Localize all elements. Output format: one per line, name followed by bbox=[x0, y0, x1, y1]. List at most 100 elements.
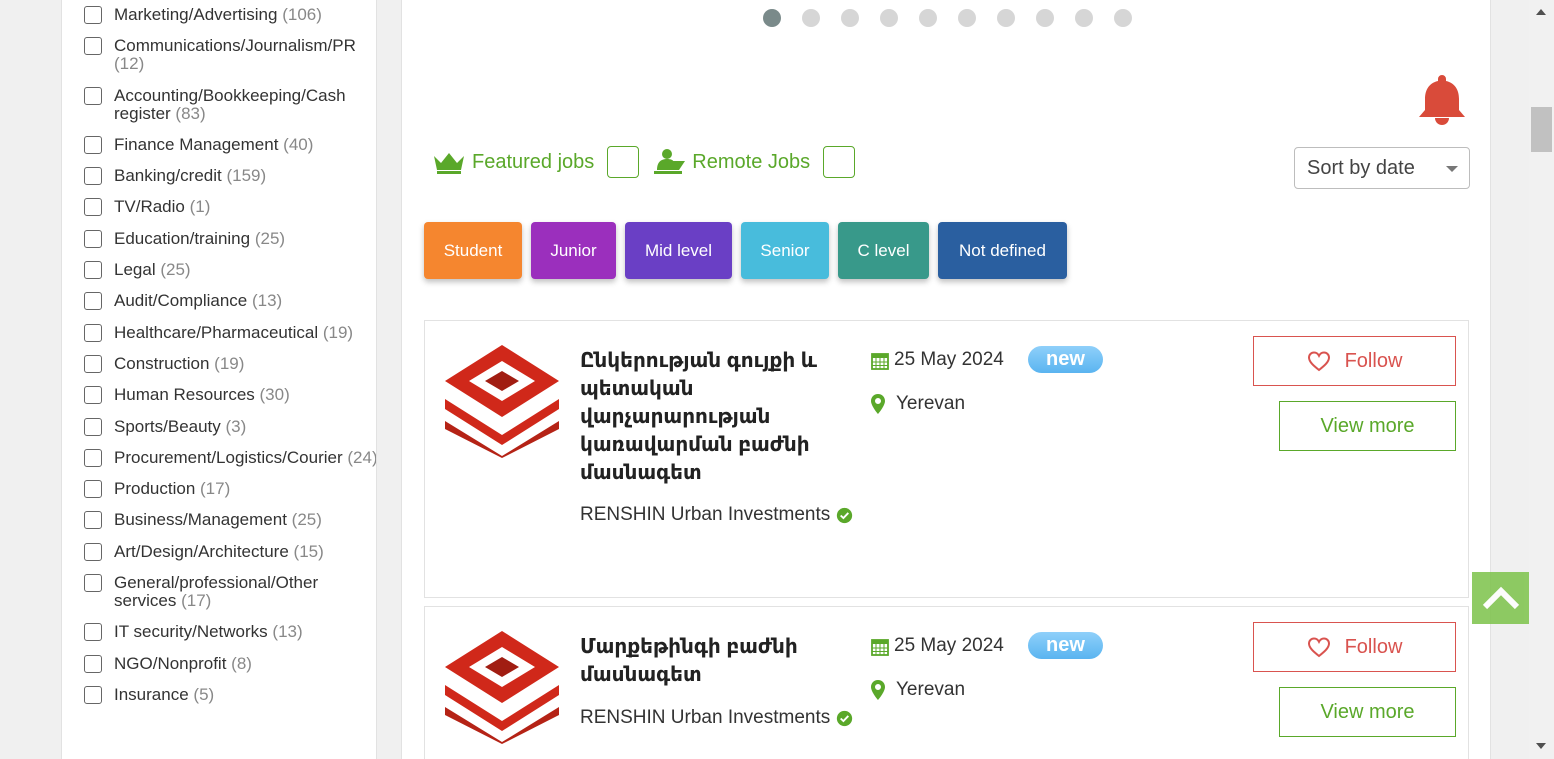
scroll-to-top-button[interactable] bbox=[1472, 572, 1529, 624]
category-item[interactable]: Procurement/Logistics/Courier (24) bbox=[84, 447, 377, 467]
category-item[interactable]: Accounting/Bookkeeping/Cash register (83… bbox=[84, 86, 376, 123]
category-checkbox[interactable] bbox=[84, 654, 102, 673]
level-button-not-defined[interactable]: Not defined bbox=[938, 222, 1067, 279]
posted-date: 25 May 2024 bbox=[871, 635, 1004, 657]
category-item[interactable]: Production (17) bbox=[84, 479, 376, 499]
carousel-dot[interactable] bbox=[763, 9, 781, 27]
job-title[interactable]: Ընկերության գույքի և պետական վարչարարութ… bbox=[580, 347, 830, 487]
chevron-down-icon bbox=[1446, 166, 1458, 172]
carousel-dot[interactable] bbox=[1036, 9, 1054, 27]
category-checkbox[interactable] bbox=[84, 448, 102, 467]
company-name[interactable]: RENSHIN Urban Investments bbox=[580, 504, 853, 526]
category-item[interactable]: Art/Design/Architecture (15) bbox=[84, 541, 376, 561]
category-item[interactable]: NGO/Nonprofit (8) bbox=[84, 654, 376, 673]
category-text: Healthcare/Pharmaceutical (19) bbox=[114, 323, 353, 342]
category-count: (3) bbox=[225, 416, 247, 436]
scroll-up-arrow-icon[interactable] bbox=[1536, 9, 1546, 15]
category-item[interactable]: Legal (25) bbox=[84, 261, 376, 280]
category-label: Procurement/Logistics/Courier bbox=[114, 447, 343, 467]
category-checkbox[interactable] bbox=[84, 37, 102, 56]
carousel-dot[interactable] bbox=[1114, 9, 1132, 27]
category-item[interactable]: Sports/Beauty (3) bbox=[84, 416, 376, 436]
category-item[interactable]: Education/training (25) bbox=[84, 229, 376, 248]
category-count: (30) bbox=[259, 385, 290, 405]
carousel-dot[interactable] bbox=[1075, 9, 1093, 27]
level-button-junior[interactable]: Junior bbox=[531, 222, 616, 279]
follow-button[interactable]: Follow bbox=[1253, 622, 1456, 672]
category-checkbox[interactable] bbox=[84, 574, 102, 593]
category-checkbox[interactable] bbox=[84, 292, 102, 311]
scrollbar-thumb[interactable] bbox=[1531, 107, 1552, 152]
category-checkbox[interactable] bbox=[84, 511, 102, 530]
level-button-mid[interactable]: Mid level bbox=[625, 222, 732, 279]
category-checkbox[interactable] bbox=[84, 417, 102, 436]
level-button-c-level[interactable]: C level bbox=[838, 222, 929, 279]
category-text: NGO/Nonprofit (8) bbox=[114, 654, 252, 673]
category-checkbox[interactable] bbox=[84, 386, 102, 405]
category-checkbox[interactable] bbox=[84, 480, 102, 499]
category-checkbox[interactable] bbox=[84, 323, 102, 342]
category-checkbox[interactable] bbox=[84, 623, 102, 642]
category-item[interactable]: Finance Management (40) bbox=[84, 135, 376, 154]
follow-button[interactable]: Follow bbox=[1253, 336, 1456, 386]
category-text: Banking/credit (159) bbox=[114, 167, 266, 185]
job-card: Ընկերության գույքի և պետական վարչարարութ… bbox=[424, 320, 1469, 598]
featured-jobs-toggle: Featured jobs bbox=[432, 150, 594, 174]
calendar-icon bbox=[871, 638, 889, 656]
category-item[interactable]: Construction (19) bbox=[84, 354, 376, 373]
company-logo[interactable] bbox=[443, 629, 561, 744]
category-text: Marketing/Advertising (106) bbox=[114, 6, 322, 24]
category-count: (13) bbox=[251, 291, 283, 311]
category-item[interactable]: General/professional/Other services (17) bbox=[84, 574, 376, 610]
category-checkbox[interactable] bbox=[84, 135, 102, 154]
heart-icon bbox=[1307, 350, 1330, 371]
category-checkbox[interactable] bbox=[84, 86, 102, 105]
category-checkbox[interactable] bbox=[84, 6, 102, 24]
category-label: Production bbox=[114, 479, 196, 499]
category-label: Human Resources bbox=[114, 385, 255, 405]
category-label: Banking/credit bbox=[114, 166, 222, 186]
category-item[interactable]: Marketing/Advertising (106) bbox=[84, 6, 376, 24]
view-more-button[interactable]: View more bbox=[1279, 687, 1456, 737]
scroll-down-arrow-icon[interactable] bbox=[1536, 743, 1546, 749]
carousel-dot[interactable] bbox=[841, 9, 859, 27]
category-item[interactable]: Business/Management (25) bbox=[84, 511, 376, 530]
category-count: (24) bbox=[347, 447, 377, 467]
category-checkbox[interactable] bbox=[84, 354, 102, 373]
category-checkbox[interactable] bbox=[84, 198, 102, 217]
category-checkbox[interactable] bbox=[84, 685, 102, 704]
category-item[interactable]: Human Resources (30) bbox=[84, 385, 376, 405]
level-button-student[interactable]: Student bbox=[424, 222, 522, 279]
carousel-dot[interactable] bbox=[880, 9, 898, 27]
view-more-button[interactable]: View more bbox=[1279, 401, 1456, 451]
category-checkbox[interactable] bbox=[84, 229, 102, 248]
category-text: TV/Radio (1) bbox=[114, 198, 210, 216]
company-name[interactable]: RENSHIN Urban Investments bbox=[580, 707, 853, 729]
category-checkbox[interactable] bbox=[84, 542, 102, 561]
category-checkbox[interactable] bbox=[84, 167, 102, 186]
category-item[interactable]: Banking/credit (159) bbox=[84, 167, 376, 186]
category-item[interactable]: TV/Radio (1) bbox=[84, 198, 376, 217]
carousel-dot[interactable] bbox=[997, 9, 1015, 27]
category-item[interactable]: IT security/Networks (13) bbox=[84, 623, 376, 642]
carousel-dot[interactable] bbox=[958, 9, 976, 27]
category-checkbox[interactable] bbox=[84, 261, 102, 280]
category-text: Procurement/Logistics/Courier (24) bbox=[114, 447, 377, 467]
category-item[interactable]: Audit/Compliance (13) bbox=[84, 291, 376, 311]
category-text: Education/training (25) bbox=[114, 229, 285, 248]
job-title[interactable]: Մարքեթինգի բաժնի մասնագետ bbox=[580, 633, 830, 689]
carousel-dot[interactable] bbox=[802, 9, 820, 27]
level-button-senior[interactable]: Senior bbox=[741, 222, 829, 279]
category-count: (15) bbox=[293, 541, 324, 561]
sort-select[interactable]: Sort by date bbox=[1294, 147, 1470, 189]
carousel-dot[interactable] bbox=[919, 9, 937, 27]
category-count: (106) bbox=[282, 5, 322, 24]
job-location: Yerevan bbox=[871, 679, 965, 701]
featured-jobs-checkbox[interactable] bbox=[607, 146, 640, 178]
company-logo[interactable] bbox=[443, 343, 561, 458]
bell-icon[interactable] bbox=[1415, 72, 1469, 128]
remote-jobs-checkbox[interactable] bbox=[823, 146, 856, 178]
category-item[interactable]: Insurance (5) bbox=[84, 685, 376, 704]
category-item[interactable]: Healthcare/Pharmaceutical (19) bbox=[84, 323, 376, 342]
category-item[interactable]: Communications/Journalism/PR (12) bbox=[84, 37, 376, 73]
